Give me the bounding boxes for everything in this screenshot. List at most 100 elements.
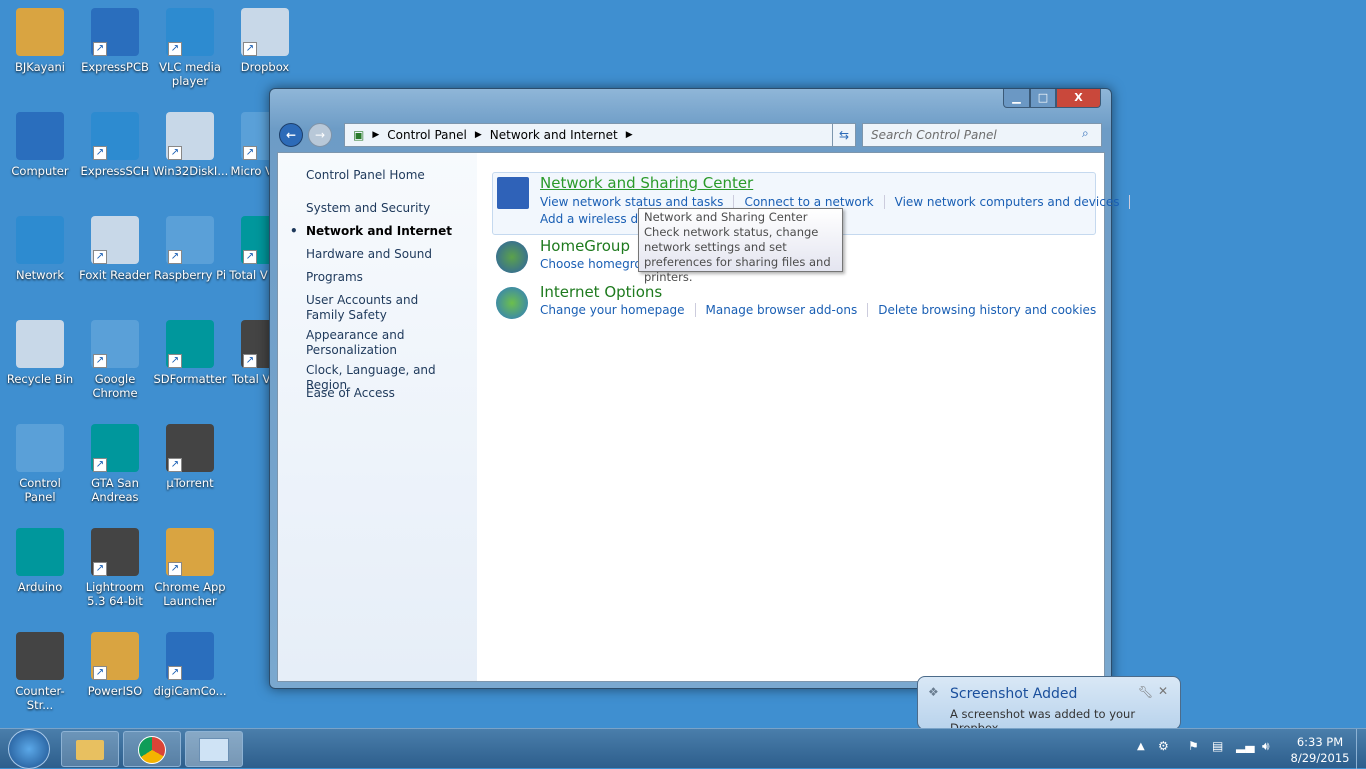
desktop-icon[interactable]: ↗ Win32DiskI... [153,112,228,178]
sidebar-item-network-internet[interactable]: Network and Internet [306,224,476,239]
app-icon [16,320,64,368]
taskbar-control-panel[interactable] [185,731,243,767]
app-icon: ↗ [91,216,139,264]
desktop-icon[interactable]: ↗ Lightroom 5.3 64-bit [78,528,152,608]
shortcut-arrow-icon: ↗ [243,250,257,264]
internet-options-title[interactable]: Internet Options [540,283,662,301]
signal-icon[interactable]: ▂▄ [1236,739,1254,753]
start-button[interactable] [8,729,50,769]
shortcut-arrow-icon: ↗ [93,354,107,368]
maximize-button[interactable]: □ [1030,89,1056,108]
sidebar-item-user-accounts[interactable]: User Accounts and Family Safety [306,293,456,323]
sidebar-item-appearance[interactable]: Appearance and Personalization [306,328,416,358]
link-manage-addons[interactable]: Manage browser add-ons [705,303,869,317]
shortcut-arrow-icon: ↗ [168,250,182,264]
sidebar-item-hardware-sound[interactable]: Hardware and Sound [306,247,476,262]
app-icon: ↗ [166,528,214,576]
volume-icon[interactable]: 🔊︎ [1262,739,1270,754]
network-sharing-title[interactable]: Network and Sharing Center [540,174,753,192]
homegroup-title[interactable]: HomeGroup [540,237,630,255]
shortcut-arrow-icon: ↗ [243,354,257,368]
desktop-icon[interactable]: ↗ Google Chrome [78,320,152,400]
settings-wrench-icon[interactable]: 🔧︎ [1138,685,1153,699]
desktop-icon[interactable]: ↗ ExpressPCB [78,8,152,74]
desktop-icon[interactable]: Counter-Str... [3,632,77,712]
desktop-icon-label: PowerISO [87,684,143,698]
forward-button[interactable]: → [308,123,332,147]
desktop-icon[interactable]: ↗ Raspberry Pi [153,216,227,282]
sidebar-item-programs[interactable]: Programs [306,270,476,285]
desktop-icon-label: Chrome App Launcher [154,580,226,608]
control-panel-icon: ▣ [353,128,365,142]
refresh-button[interactable]: ⇆ [832,123,856,147]
notification-close-icon[interactable]: ✕ [1158,684,1168,698]
desktop-icon[interactable]: ↗ PowerISO [78,632,152,698]
link-view-network-computers[interactable]: View network computers and devices [894,195,1131,209]
sidebar-item-ease-of-access[interactable]: Ease of Access [306,386,476,401]
desktop-icon-label: Control Panel [19,476,61,504]
desktop-icon[interactable]: ↗ Chrome App Launcher [153,528,227,608]
dropbox-tray-icon[interactable]: ⚙ [1158,739,1169,753]
desktop-icon-label: BJKayani [14,60,65,74]
active-bullet: • [290,224,298,238]
app-icon: ↗ [166,320,214,368]
desktop-icon[interactable]: ↗ VLC media player [153,8,227,88]
dropbox-notification[interactable]: ❖ Screenshot Added A screenshot was adde… [917,676,1181,735]
app-icon [16,112,64,160]
desktop-icon-label: Computer [11,164,69,178]
link-delete-history[interactable]: Delete browsing history and cookies [878,303,1106,317]
shortcut-arrow-icon: ↗ [168,666,182,680]
desktop-icon[interactable]: ↗ GTA San Andreas [78,424,152,504]
search-input[interactable]: Search Control Panel [862,123,1102,147]
search-icon[interactable]: ⌕ [1082,126,1089,141]
desktop-icon[interactable]: ↗ µTorrent [153,424,227,490]
desktop-icon[interactable]: Network [3,216,77,282]
shortcut-arrow-icon: ↗ [93,666,107,680]
minimize-button[interactable]: ▁ [1003,89,1030,108]
shortcut-arrow-icon: ↗ [93,146,107,160]
desktop-icon[interactable]: ↗ ExpressSCH [78,112,152,178]
clock[interactable]: 6:33 PM 8/29/2015 [1290,734,1350,766]
sidebar-item-system-security[interactable]: System and Security [306,201,476,216]
address-bar[interactable]: ▣ ▶ Control Panel ▶ Network and Internet ▶… [344,123,856,147]
desktop-icon-label: Google Chrome [92,372,138,400]
shortcut-arrow-icon: ↗ [93,250,107,264]
show-desktop-button[interactable] [1356,729,1366,769]
homegroup-icon [496,241,528,273]
desktop-icon[interactable]: Arduino [3,528,77,594]
link-view-network-status[interactable]: View network status and tasks [540,195,735,209]
sidebar-home[interactable]: Control Panel Home [306,168,476,183]
desktop-icon[interactable]: ↗ Dropbox [228,8,302,74]
desktop-icon[interactable]: ↗ SDFormatter [153,320,227,386]
power-icon[interactable]: ▤ [1212,739,1223,753]
desktop-icon[interactable]: BJKayani [3,8,77,74]
breadcrumb-control-panel[interactable]: Control Panel [387,128,467,142]
app-icon: ↗ [241,8,289,56]
action-center-icon[interactable]: ⚑ [1188,739,1199,753]
link-connect-network[interactable]: Connect to a network [744,195,885,209]
desktop-icon-label: Lightroom 5.3 64-bit [85,580,145,608]
desktop-icon-label: ExpressSCH [80,164,150,178]
date: 8/29/2015 [1290,751,1350,765]
app-icon [16,632,64,680]
desktop-icon[interactable]: ↗ digiCamCo... [153,632,227,698]
internet-options-icon [496,287,528,319]
time: 6:33 PM [1296,735,1344,749]
shortcut-arrow-icon: ↗ [168,354,182,368]
app-icon: ↗ [166,216,214,264]
tooltip-title: Network and Sharing Center [644,210,808,224]
desktop-icon[interactable]: ↗ Foxit Reader [78,216,152,282]
taskbar-explorer[interactable] [61,731,119,767]
desktop-icon-label: ExpressPCB [81,60,149,74]
desktop-icon[interactable]: Recycle Bin [3,320,77,386]
breadcrumb-network-internet[interactable]: Network and Internet [490,128,618,142]
desktop-icon[interactable]: Control Panel [3,424,77,504]
link-change-homepage[interactable]: Change your homepage [540,303,696,317]
show-hidden-icons[interactable]: ▲ [1137,741,1145,752]
close-button[interactable]: X [1056,89,1101,108]
desktop-icon[interactable]: Computer [3,112,77,178]
desktop-icon-label: Arduino [17,580,63,594]
back-button[interactable]: ← [279,123,303,147]
taskbar-chrome[interactable] [123,731,181,767]
desktop-icon-label: GTA San Andreas [91,476,139,504]
